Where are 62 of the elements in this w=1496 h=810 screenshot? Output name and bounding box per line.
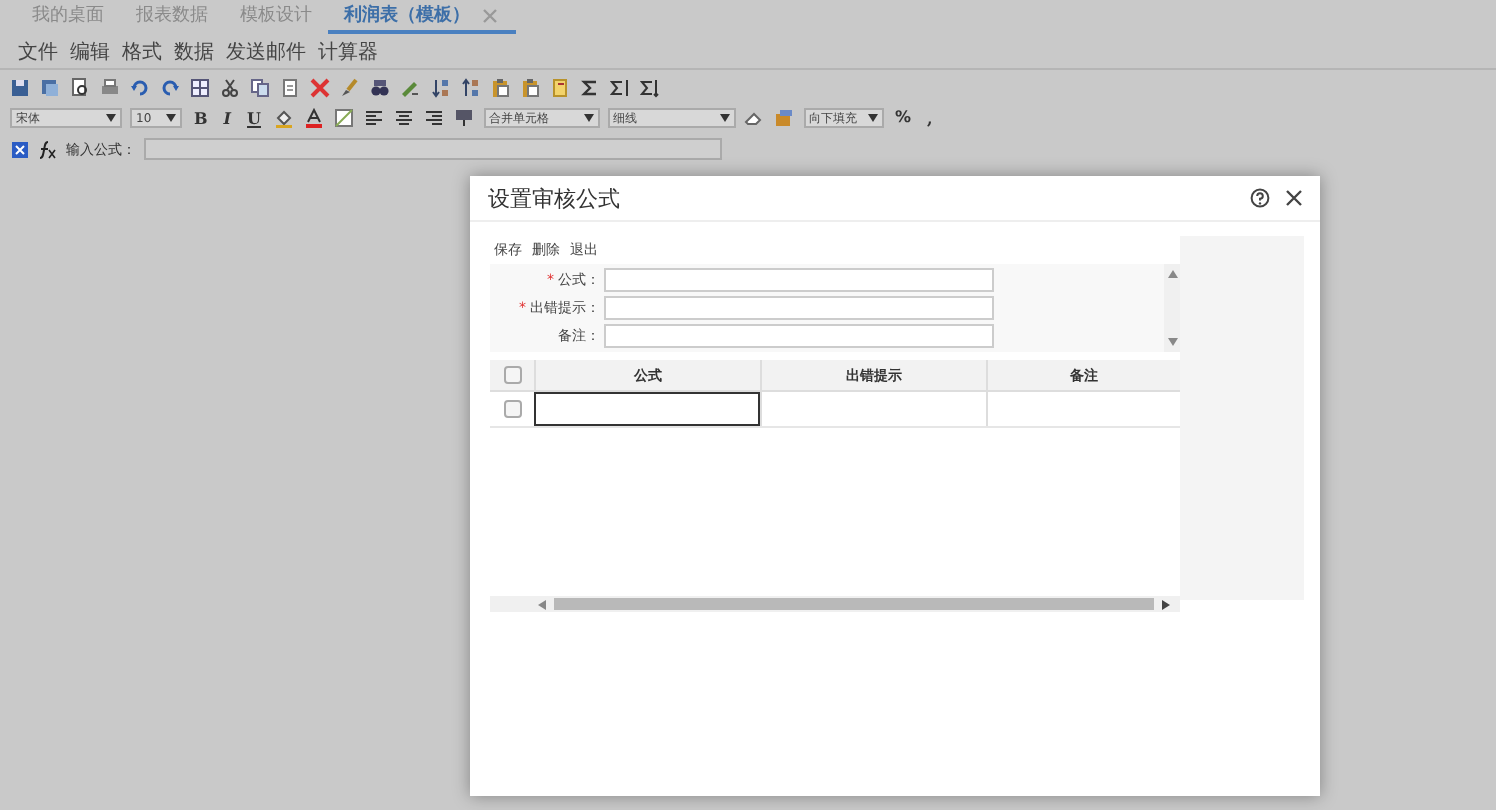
- fill-color-icon[interactable]: [273, 108, 293, 128]
- checkbox[interactable]: [503, 400, 521, 418]
- sum-row-icon[interactable]: [640, 78, 660, 98]
- checkbox[interactable]: [503, 366, 521, 384]
- border-icon[interactable]: [333, 108, 353, 128]
- delete-icon[interactable]: [310, 78, 330, 98]
- bold-button[interactable]: B: [190, 108, 212, 128]
- menu-item[interactable]: 发送邮件: [226, 40, 306, 68]
- caret-icon[interactable]: [166, 114, 176, 122]
- menu-item[interactable]: 格式: [122, 40, 162, 68]
- horizontal-scrollbar[interactable]: [490, 596, 1180, 612]
- remark-field[interactable]: [604, 324, 994, 348]
- paste-icon[interactable]: [490, 78, 510, 98]
- find-icon[interactable]: [370, 78, 390, 98]
- menu-item[interactable]: 文件: [18, 40, 58, 68]
- up-arrow-icon[interactable]: [1167, 270, 1177, 278]
- book-icon[interactable]: [550, 78, 570, 98]
- formula-field[interactable]: [604, 268, 994, 292]
- align-left-icon[interactable]: [363, 108, 383, 128]
- menu-item[interactable]: 计算器: [318, 40, 378, 68]
- save-icon[interactable]: [10, 78, 30, 98]
- caret-icon[interactable]: [719, 114, 729, 122]
- redo-icon[interactable]: [160, 78, 180, 98]
- italic-button[interactable]: I: [219, 108, 236, 128]
- caret-icon[interactable]: [106, 114, 116, 122]
- sort-descending-icon[interactable]: [460, 78, 480, 98]
- help-icon[interactable]: [1250, 188, 1270, 208]
- font-color-icon[interactable]: [303, 108, 323, 128]
- function-icon[interactable]: [38, 139, 58, 159]
- brush-icon[interactable]: [340, 78, 360, 98]
- sum-column-icon[interactable]: [610, 78, 630, 98]
- dialog-title: 设置审核公式: [488, 183, 622, 213]
- cell-editor[interactable]: [534, 392, 760, 426]
- cancel-icon[interactable]: [10, 139, 30, 159]
- eraser-icon[interactable]: [743, 108, 763, 128]
- paste-special-icon[interactable]: [520, 78, 540, 98]
- scissors-icon[interactable]: [220, 78, 240, 98]
- sort-ascending-icon[interactable]: [430, 78, 450, 98]
- underline-button[interactable]: U: [243, 108, 265, 128]
- preview-icon[interactable]: [70, 78, 90, 98]
- right-arrow-icon[interactable]: [1162, 599, 1170, 609]
- vertical-scrollbar[interactable]: [1164, 264, 1180, 352]
- down-arrow-icon[interactable]: [1167, 338, 1177, 346]
- copy-icon[interactable]: [250, 78, 270, 98]
- caret-icon[interactable]: [583, 114, 593, 122]
- left-arrow-icon[interactable]: [538, 599, 546, 609]
- undo-icon[interactable]: [130, 78, 150, 98]
- error-message-field[interactable]: [604, 296, 994, 320]
- document-icon[interactable]: [280, 78, 300, 98]
- align-right-icon[interactable]: [423, 108, 443, 128]
- grid-icon[interactable]: [190, 78, 210, 98]
- percent-button[interactable]: %: [891, 108, 916, 128]
- close-icon[interactable]: [1284, 188, 1304, 208]
- menu-item[interactable]: 编辑: [70, 40, 110, 68]
- menu-item[interactable]: 数据: [174, 40, 214, 68]
- caret-icon[interactable]: [867, 114, 877, 122]
- vertical-align-icon[interactable]: [453, 108, 473, 128]
- printer-icon[interactable]: [100, 78, 120, 98]
- align-center-icon[interactable]: [393, 108, 413, 128]
- sum-icon[interactable]: [580, 78, 600, 98]
- formula-input[interactable]: [144, 138, 722, 160]
- comma-button[interactable]: ,: [923, 108, 937, 128]
